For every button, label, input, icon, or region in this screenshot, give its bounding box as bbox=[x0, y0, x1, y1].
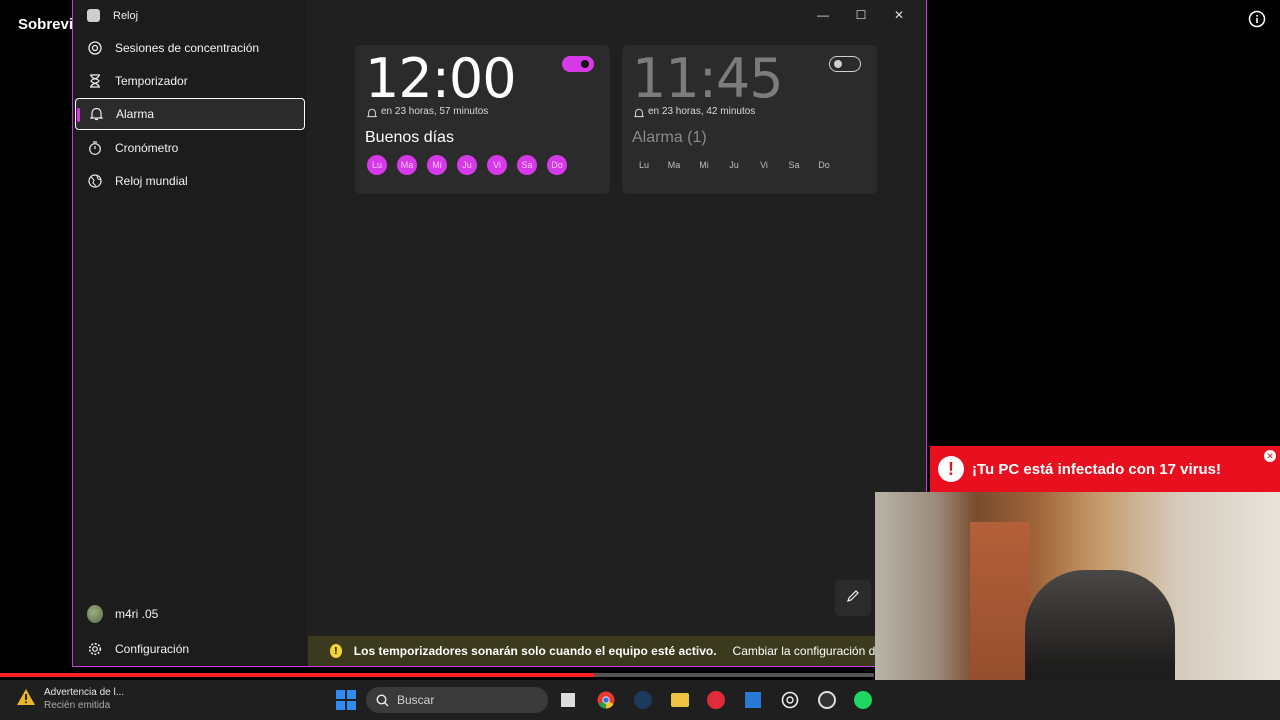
store-icon[interactable] bbox=[743, 690, 763, 710]
bell-icon bbox=[633, 106, 645, 124]
close-icon[interactable]: ✕ bbox=[1264, 450, 1276, 462]
alarm-remaining: en 23 horas, 42 minutos bbox=[648, 106, 756, 117]
day-badge: Ma bbox=[667, 160, 681, 170]
start-button[interactable] bbox=[336, 690, 356, 710]
bell-icon bbox=[88, 106, 104, 122]
day-badge: Vi bbox=[760, 160, 768, 170]
window-controls: — ☐ ✕ bbox=[804, 4, 918, 26]
day-badge: Ju bbox=[457, 155, 477, 175]
minimize-button[interactable]: — bbox=[804, 4, 842, 26]
taskbar: Advertencia de l... Recién emitida Busca… bbox=[0, 680, 1280, 720]
day-badge: Sa bbox=[788, 160, 800, 170]
video-progress-fill bbox=[0, 673, 595, 677]
alarm-remaining: en 23 horas, 57 minutos bbox=[381, 106, 489, 117]
sidebar-item-label: Reloj mundial bbox=[115, 174, 188, 188]
day-badge: Lu bbox=[367, 155, 387, 175]
gear-icon bbox=[87, 641, 103, 657]
day-badge: Do bbox=[547, 155, 567, 175]
notification-subtitle: Recién emitida bbox=[44, 700, 111, 711]
sidebar-item-label: Cronómetro bbox=[115, 141, 179, 155]
alarm-toggle[interactable] bbox=[829, 56, 861, 72]
maximize-button[interactable]: ☐ bbox=[842, 4, 880, 26]
focus-icon bbox=[87, 40, 103, 56]
info-bar-message: Los temporizadores sonarán solo cuando e… bbox=[353, 644, 717, 658]
day-badge: Ju bbox=[729, 160, 739, 170]
pinterest-icon[interactable] bbox=[706, 690, 726, 710]
account-button[interactable]: m4ri .05 bbox=[75, 598, 305, 630]
username: m4ri .05 bbox=[115, 607, 159, 621]
chatgpt-icon[interactable] bbox=[780, 690, 800, 710]
steam-icon[interactable] bbox=[633, 690, 653, 710]
avatar bbox=[87, 605, 103, 623]
day-badge: Sa bbox=[517, 155, 537, 175]
sidebar-item-timer[interactable]: Temporizador bbox=[75, 65, 305, 97]
sidebar-item-alarm[interactable]: Alarma bbox=[75, 98, 305, 130]
clock-app-icon bbox=[87, 9, 100, 22]
virus-warning-text: ¡Tu PC está infectado con 17 virus! bbox=[972, 460, 1221, 478]
edit-alarms-button[interactable] bbox=[835, 580, 871, 616]
day-badge: Ma bbox=[397, 155, 417, 175]
search-placeholder: Buscar bbox=[397, 693, 435, 707]
task-view-icon[interactable] bbox=[558, 690, 578, 710]
taskbar-search[interactable]: Buscar bbox=[366, 687, 548, 713]
background-video-title: Sobrevi bbox=[18, 16, 74, 33]
sidebar-item-label: Temporizador bbox=[115, 74, 188, 88]
window-title: Reloj bbox=[113, 10, 139, 22]
alarm-toggle[interactable] bbox=[562, 56, 594, 72]
sidebar-item-label: Alarma bbox=[116, 107, 155, 121]
stopwatch-icon bbox=[87, 140, 103, 156]
notification-title: Advertencia de l... bbox=[44, 687, 125, 698]
alarm-card[interactable]: 12:00 en 23 horas, 57 minutos Buenos día… bbox=[355, 45, 610, 194]
alert-icon: ! bbox=[938, 456, 964, 482]
search-icon bbox=[376, 693, 389, 707]
bell-icon bbox=[366, 106, 378, 124]
alarm-time: 12:00 bbox=[365, 47, 517, 110]
sidebar: Reloj Sesiones de concentración Temporiz… bbox=[73, 0, 307, 666]
sidebar-item-label: Sesiones de concentración bbox=[115, 41, 260, 55]
app-icon[interactable] bbox=[817, 690, 837, 710]
pencil-icon bbox=[846, 589, 860, 608]
close-button[interactable]: ✕ bbox=[880, 4, 918, 26]
file-explorer-icon[interactable] bbox=[670, 690, 690, 710]
notification-widget[interactable]: Advertencia de l... Recién emitida bbox=[16, 686, 124, 712]
globe-icon bbox=[87, 173, 103, 189]
alarm-time: 11:45 bbox=[632, 47, 784, 110]
spotify-icon[interactable] bbox=[853, 690, 873, 710]
settings-label: Configuración bbox=[115, 642, 190, 656]
day-badge: Mi bbox=[699, 160, 709, 170]
alarm-name: Alarma (1) bbox=[632, 129, 707, 146]
chrome-icon[interactable] bbox=[596, 690, 616, 710]
day-badge: Lu bbox=[638, 160, 649, 170]
virus-warning-banner[interactable]: ! ¡Tu PC está infectado con 17 virus! ✕ bbox=[930, 446, 1280, 492]
day-badge: Vi bbox=[487, 155, 507, 175]
sidebar-item-focus-sessions[interactable]: Sesiones de concentración bbox=[75, 32, 305, 64]
day-badge: Do bbox=[818, 160, 830, 170]
alarm-card[interactable]: 11:45 en 23 horas, 42 minutos Alarma (1)… bbox=[622, 45, 877, 194]
info-icon[interactable] bbox=[1248, 10, 1266, 28]
info-bar: ! Los temporizadores sonarán solo cuando… bbox=[308, 636, 926, 666]
sidebar-item-world-clock[interactable]: Reloj mundial bbox=[75, 165, 305, 197]
hourglass-icon bbox=[87, 73, 103, 89]
alarm-days: Lu Ma Mi Ju Vi Sa Do bbox=[367, 155, 567, 175]
settings-button[interactable]: Configuración bbox=[75, 633, 305, 665]
alarm-name: Buenos días bbox=[365, 129, 454, 146]
video-progress-bar[interactable] bbox=[0, 673, 874, 677]
warning-icon: ! bbox=[330, 644, 342, 658]
clock-app-window: Reloj Sesiones de concentración Temporiz… bbox=[72, 0, 927, 667]
alarm-days: Lu Ma Mi Ju Vi Sa Do bbox=[634, 155, 834, 175]
sidebar-item-stopwatch[interactable]: Cronómetro bbox=[75, 132, 305, 164]
warning-icon bbox=[16, 688, 36, 711]
day-badge: Mi bbox=[427, 155, 447, 175]
